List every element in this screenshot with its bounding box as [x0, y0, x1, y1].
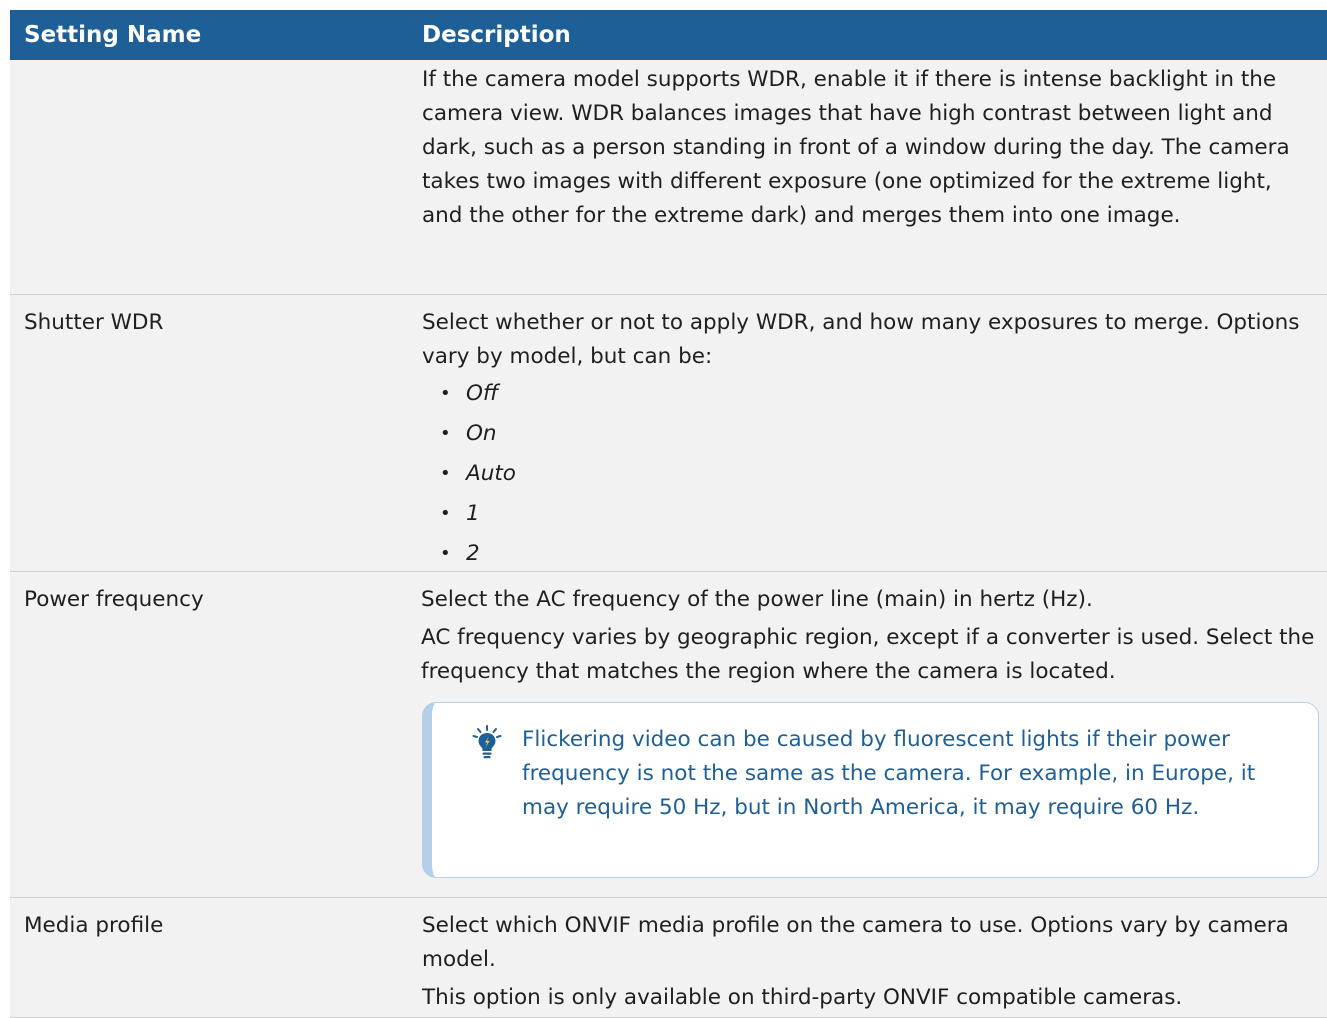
options-list: Off On Auto 1 2: [422, 374, 1319, 574]
description-text-2: This option is only available on third-p…: [422, 985, 1183, 1010]
description-text: Select the AC frequency of the power lin…: [421, 587, 1093, 612]
option-item: Auto: [440, 454, 1319, 494]
setting-description: Select whether or not to apply WDR, and …: [408, 306, 1327, 574]
tip-callout: Flickering video can be caused by fluore…: [422, 702, 1319, 878]
setting-description: If the camera model supports WDR, enable…: [408, 63, 1327, 294]
option-item: 1: [440, 494, 1319, 534]
tip-text: Flickering video can be caused by fluore…: [522, 727, 1256, 820]
table-header: Setting Name Description: [10, 10, 1327, 60]
description-text: Select which ONVIF media profile on the …: [422, 913, 1289, 972]
setting-description: Select which ONVIF media profile on the …: [408, 909, 1327, 1017]
table-row: If the camera model supports WDR, enable…: [10, 60, 1327, 295]
settings-table: Setting Name Description If the camera m…: [10, 10, 1327, 1018]
description-text: If the camera model supports WDR, enable…: [422, 67, 1290, 228]
table-row: Media profile Select which ONVIF media p…: [10, 898, 1327, 1018]
table-row: Shutter WDR Select whether or not to app…: [10, 295, 1327, 574]
option-item: Off: [440, 374, 1319, 414]
setting-description: Select the AC frequency of the power lin…: [407, 583, 1327, 897]
setting-name: [10, 63, 408, 294]
header-description: Description: [422, 22, 571, 48]
description-text-2: AC frequency varies by geographic region…: [421, 625, 1315, 684]
option-item: On: [440, 414, 1319, 454]
lightbulb-icon: [472, 725, 502, 759]
option-item: 2: [440, 534, 1319, 574]
description-text: Select whether or not to apply WDR, and …: [422, 310, 1300, 369]
setting-name: Power frequency: [24, 587, 204, 612]
header-setting-name: Setting Name: [24, 22, 202, 48]
setting-name: Media profile: [24, 913, 164, 938]
table-row: Power frequency Select the AC frequency …: [10, 572, 1327, 898]
setting-name: Shutter WDR: [24, 310, 164, 335]
